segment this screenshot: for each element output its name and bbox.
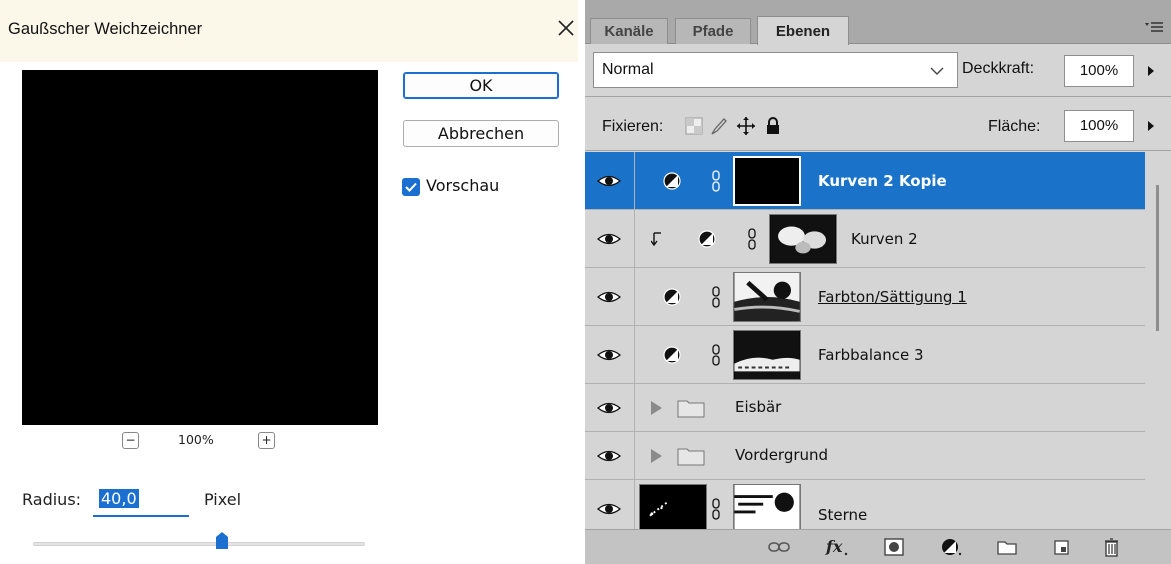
mask-link-icon[interactable]	[711, 344, 721, 366]
eye-icon[interactable]	[596, 346, 622, 364]
layer-group-row[interactable]: Vordergrund	[585, 432, 1145, 480]
eye-icon[interactable]	[596, 399, 622, 417]
eye-icon[interactable]	[596, 447, 622, 465]
layer-row[interactable]: Farbbalance 3	[585, 326, 1145, 384]
layer-name[interactable]: Farbton/Sättigung 1	[818, 288, 967, 306]
visibility-cell[interactable]	[585, 152, 635, 209]
expand-triangle-icon[interactable]	[649, 448, 663, 464]
layer-mask-thumbnail[interactable]	[733, 484, 801, 529]
preview-checkbox[interactable]	[402, 178, 420, 196]
tab-channels[interactable]: Kanäle	[590, 18, 668, 44]
color-balance-adjustment-icon	[663, 346, 681, 364]
lock-label: Fixieren:	[602, 118, 664, 135]
layer-row[interactable]: Kurven 2 Kopie	[585, 152, 1145, 210]
layers-scrollbar-thumb[interactable]	[1156, 185, 1159, 331]
visibility-cell[interactable]	[585, 480, 635, 529]
layer-mask-thumbnail[interactable]	[733, 330, 801, 380]
fill-label: Fläche:	[988, 118, 1041, 135]
layer-name[interactable]: Kurven 2	[851, 230, 918, 248]
new-layer-icon[interactable]	[1050, 536, 1074, 558]
tab-paths[interactable]: Pfade	[675, 18, 751, 44]
layer-group-row[interactable]: Eisbär	[585, 384, 1145, 432]
zoom-value: 100%	[178, 432, 214, 447]
lock-transparent-pixels-icon[interactable]	[684, 116, 704, 136]
layer-thumbnail[interactable]	[639, 484, 707, 529]
cancel-button[interactable]: Abbrechen	[403, 120, 559, 147]
hue-saturation-adjustment-icon	[663, 288, 681, 306]
layer-row[interactable]: Farbton/Sättigung 1	[585, 268, 1145, 326]
visibility-cell[interactable]	[585, 210, 635, 267]
visibility-cell[interactable]	[585, 384, 635, 431]
layer-mask-thumbnail[interactable]	[733, 272, 801, 322]
chevron-down-icon	[930, 67, 944, 75]
folder-icon	[677, 400, 705, 418]
layer-name[interactable]: Vordergrund	[735, 446, 828, 464]
radius-unit: Pixel	[204, 490, 242, 509]
radius-input[interactable]: 40,0	[93, 483, 189, 517]
panel-tabbar: Kanäle Pfade Ebenen	[585, 0, 1171, 45]
fill-slider-arrow-icon[interactable]	[1139, 110, 1163, 142]
clipping-arrow-icon	[651, 232, 661, 246]
zoom-in-button[interactable]: +	[258, 432, 275, 449]
eye-icon[interactable]	[596, 230, 622, 248]
radius-slider-thumb[interactable]	[216, 532, 229, 549]
opacity-label: Deckkraft:	[962, 60, 1035, 77]
layer-row[interactable]: Sterne	[585, 480, 1145, 529]
mask-link-icon[interactable]	[711, 498, 721, 520]
layer-mask-thumbnail[interactable]	[769, 214, 837, 264]
fill-input[interactable]: 100%	[1064, 110, 1134, 142]
preview-checkbox-label[interactable]: Vorschau	[426, 176, 499, 195]
lock-position-icon[interactable]	[736, 116, 756, 136]
curves-adjustment-icon	[698, 230, 716, 248]
panel-bottom-toolbar: fx	[585, 529, 1171, 564]
visibility-cell[interactable]	[585, 268, 635, 325]
panel-menu-icon[interactable]	[1143, 20, 1165, 36]
gaussian-blur-dialog: Gaußscher Weichzeichner − 100% + Radius:…	[0, 0, 578, 564]
opacity-input[interactable]: 100%	[1064, 55, 1134, 87]
curves-adjustment-icon	[663, 172, 681, 190]
layer-name[interactable]: Sterne	[818, 506, 867, 524]
layer-name[interactable]: Eisbär	[735, 398, 781, 416]
layer-name[interactable]: Farbbalance 3	[818, 346, 924, 364]
eye-icon[interactable]	[596, 288, 622, 306]
new-adjustment-icon[interactable]	[939, 536, 963, 558]
blend-mode-value: Normal	[602, 61, 654, 78]
layer-mask-thumbnail[interactable]	[733, 156, 801, 206]
zoom-out-button[interactable]: −	[122, 432, 139, 449]
mask-link-icon[interactable]	[711, 170, 721, 192]
visibility-cell[interactable]	[585, 432, 635, 479]
mask-link-icon[interactable]	[747, 228, 757, 250]
lock-all-icon[interactable]	[763, 116, 783, 136]
preview-image[interactable]	[22, 70, 378, 425]
opacity-slider-arrow-icon[interactable]	[1139, 55, 1163, 87]
folder-icon	[677, 448, 705, 466]
dialog-titlebar: Gaußscher Weichzeichner	[0, 0, 578, 62]
trash-icon[interactable]	[1100, 536, 1124, 558]
radius-slider-track[interactable]	[33, 542, 365, 546]
dialog-title: Gaußscher Weichzeichner	[8, 20, 203, 38]
expand-triangle-icon[interactable]	[649, 400, 663, 416]
visibility-cell[interactable]	[585, 326, 635, 383]
mask-link-icon[interactable]	[711, 286, 721, 308]
radius-label: Radius:	[22, 490, 82, 509]
layer-name[interactable]: Kurven 2 Kopie	[818, 172, 947, 190]
blend-mode-select[interactable]: Normal	[593, 52, 958, 88]
layer-row[interactable]: Kurven 2	[585, 210, 1145, 268]
link-layers-icon[interactable]	[767, 536, 791, 558]
divider	[585, 96, 1171, 97]
radius-value: 40,0	[99, 489, 139, 508]
lock-image-pixels-icon[interactable]	[709, 116, 729, 136]
divider	[585, 150, 1171, 151]
layers-list: Kurven 2 Kopie Kurven 2 Farbton/Sättigun…	[585, 152, 1171, 529]
layers-panel: Kanäle Pfade Ebenen Normal Deckkraft: 10…	[585, 0, 1171, 564]
tab-layers[interactable]: Ebenen	[757, 16, 849, 45]
fx-icon[interactable]: fx	[825, 536, 849, 558]
ok-button[interactable]: OK	[403, 72, 559, 99]
close-icon[interactable]	[552, 14, 580, 42]
eye-icon[interactable]	[596, 500, 622, 518]
new-group-icon[interactable]	[995, 536, 1019, 558]
svg-text:fx: fx	[825, 537, 843, 556]
eye-icon[interactable]	[596, 172, 622, 190]
add-mask-icon[interactable]	[882, 536, 906, 558]
